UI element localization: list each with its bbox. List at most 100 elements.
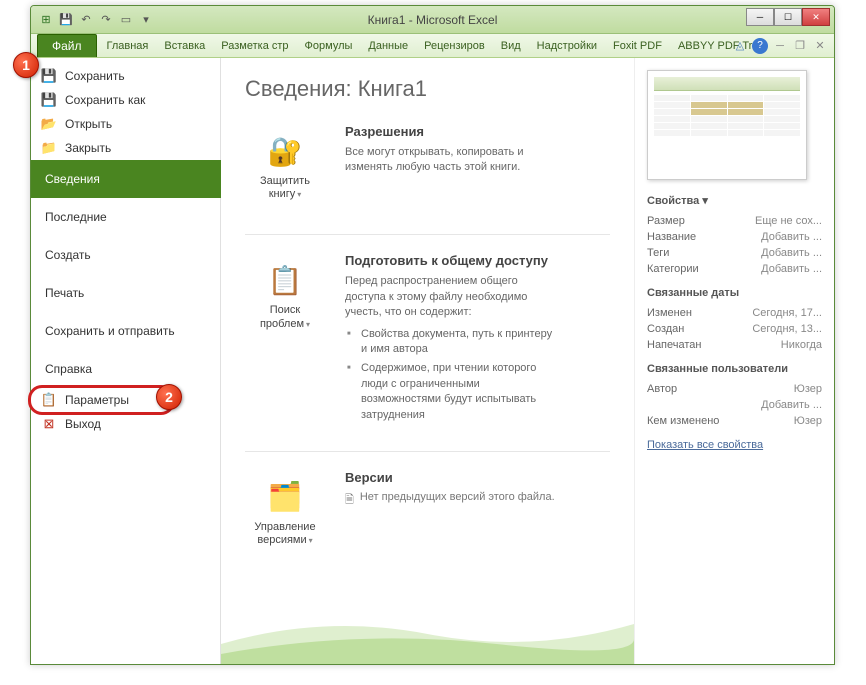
tab-file[interactable]: Файл — [37, 34, 97, 58]
nav-recent-label: Последние — [45, 210, 107, 224]
ribbon-tabs: Файл Главная Вставка Разметка стр Формул… — [31, 34, 834, 58]
qat-open-icon[interactable]: ▾ — [137, 11, 155, 29]
lock-icon: 🔐 — [261, 131, 309, 171]
titlebar: ⊞ 💾 ↶ ↷ ▭ ▾ Книга1 - Microsoft Excel ─ ☐… — [31, 6, 834, 34]
prop-printed-value: Никогда — [781, 339, 822, 351]
prop-add-author[interactable]: Добавить ... — [761, 399, 822, 411]
version-file-icon: 🗎 — [345, 491, 354, 510]
prepare-text: Перед распространением общего доступа к … — [345, 274, 555, 320]
backstage-content: Сведения: Книга1 🔐 Защитить книгу▾ Разре… — [221, 58, 634, 664]
open-icon: 📂 — [41, 116, 57, 132]
maximize-button[interactable]: ☐ — [774, 8, 802, 26]
document-preview — [647, 70, 807, 180]
prop-size-value: Еще не сох... — [755, 215, 822, 227]
nav-save[interactable]: 💾 Сохранить — [31, 64, 220, 88]
check-btn-label: Поиск проблем — [260, 304, 304, 329]
qat-new-icon[interactable]: ▭ — [117, 11, 135, 29]
tab-insert[interactable]: Вставка — [156, 36, 213, 56]
qat-undo-icon[interactable]: ↶ — [77, 11, 95, 29]
nav-new-label: Создать — [45, 248, 91, 262]
nav-info[interactable]: Сведения — [31, 160, 221, 198]
tab-home[interactable]: Главная — [99, 36, 157, 56]
prop-tags-label: Теги — [647, 247, 669, 259]
tab-addins[interactable]: Надстройки — [529, 36, 605, 56]
versions-section: 🗂️ Управление версиями▾ Версии 🗎 Нет пре… — [245, 470, 610, 554]
save-icon: 💾 — [41, 68, 57, 84]
tab-formulas[interactable]: Формулы — [297, 36, 361, 56]
annotation-badge-1: 1 — [13, 52, 39, 78]
nav-recent[interactable]: Последние — [31, 198, 220, 236]
window-controls: ─ ☐ ✕ — [746, 8, 830, 26]
nav-close[interactable]: 📁 Закрыть — [31, 136, 220, 160]
prepare-heading: Подготовить к общему доступу — [345, 253, 555, 268]
prepare-item-1: Свойства документа, путь к принтеру и им… — [345, 325, 555, 360]
nav-options[interactable]: 📋 Параметры 2 — [31, 388, 220, 412]
checklist-icon: 📋 — [261, 260, 309, 300]
prop-created-label: Создан — [647, 323, 684, 335]
prop-changedby-value: Юзер — [794, 415, 822, 427]
properties-heading[interactable]: Свойства ▾ — [647, 194, 822, 207]
versions-icon: 🗂️ — [261, 477, 309, 517]
prop-categories-label: Категории — [647, 263, 699, 275]
properties-panel: Свойства ▾ РазмерЕще не сох... НазваниеД… — [634, 58, 834, 664]
mdi-minimize-icon[interactable]: ─ — [772, 38, 788, 54]
nav-save-send-label: Сохранить и отправить — [45, 324, 175, 338]
nav-print-label: Печать — [45, 286, 84, 300]
options-icon: 📋 — [41, 392, 57, 408]
qat-save-icon[interactable]: 💾 — [57, 11, 75, 29]
nav-options-label: Параметры — [65, 393, 129, 407]
protect-workbook-button[interactable]: 🔐 Защитить книгу▾ — [245, 124, 325, 208]
nav-open[interactable]: 📂 Открыть — [31, 112, 220, 136]
nav-help[interactable]: Справка — [31, 350, 220, 388]
mdi-restore-icon[interactable]: ❐ — [792, 38, 808, 54]
content-title: Сведения: Книга1 — [245, 76, 610, 102]
annotation-badge-2: 2 — [156, 384, 182, 410]
prop-size-label: Размер — [647, 215, 685, 227]
prop-changedby-label: Кем изменено — [647, 415, 719, 427]
permissions-section: 🔐 Защитить книгу▾ Разрешения Все могут о… — [245, 124, 610, 208]
tab-review[interactable]: Рецензиров — [416, 36, 493, 56]
prepare-item-2: Содержимое, при чтении которого люди с о… — [345, 359, 555, 425]
save-as-icon: 💾 — [41, 92, 57, 108]
nav-save-as-label: Сохранить как — [65, 93, 145, 107]
manage-versions-button[interactable]: 🗂️ Управление версиями▾ — [245, 470, 325, 554]
nav-exit-label: Выход — [65, 417, 101, 431]
prop-name-value[interactable]: Добавить ... — [761, 231, 822, 243]
prop-modified-value: Сегодня, 17... — [752, 307, 822, 319]
prepare-section: 📋 Поиск проблем▾ Подготовить к общему до… — [245, 253, 610, 425]
prop-printed-label: Напечатан — [647, 339, 701, 351]
versions-btn-label: Управление версиями — [254, 521, 315, 546]
mdi-close-icon[interactable]: ✕ — [812, 38, 828, 54]
nav-help-label: Справка — [45, 362, 92, 376]
qat-redo-icon[interactable]: ↷ — [97, 11, 115, 29]
permissions-text: Все могут открывать, копировать и изменя… — [345, 145, 555, 176]
backstage-view: 💾 Сохранить 💾 Сохранить как 📂 Открыть 📁 … — [31, 58, 834, 664]
nav-print[interactable]: Печать — [31, 274, 220, 312]
nav-new[interactable]: Создать — [31, 236, 220, 274]
help-icon[interactable]: ? — [752, 38, 768, 54]
close-folder-icon: 📁 — [41, 140, 57, 156]
tab-data[interactable]: Данные — [360, 36, 416, 56]
tab-page-layout[interactable]: Разметка стр — [213, 36, 296, 56]
nav-info-label: Сведения — [45, 172, 100, 186]
prop-created-value: Сегодня, 13... — [752, 323, 822, 335]
protect-btn-label: Защитить книгу — [260, 175, 310, 200]
minimize-button[interactable]: ─ — [746, 8, 774, 26]
prop-categories-value[interactable]: Добавить ... — [761, 263, 822, 275]
tab-view[interactable]: Вид — [493, 36, 529, 56]
close-button[interactable]: ✕ — [802, 8, 830, 26]
versions-heading: Версии — [345, 470, 555, 485]
prop-modified-label: Изменен — [647, 307, 692, 319]
app-window: ⊞ 💾 ↶ ↷ ▭ ▾ Книга1 - Microsoft Excel ─ ☐… — [30, 5, 835, 665]
show-all-properties-link[interactable]: Показать все свойства — [647, 439, 763, 451]
prop-tags-value[interactable]: Добавить ... — [761, 247, 822, 259]
check-issues-button[interactable]: 📋 Поиск проблем▾ — [245, 253, 325, 337]
quick-access-toolbar: ⊞ 💾 ↶ ↷ ▭ ▾ — [31, 11, 155, 29]
users-heading: Связанные пользователи — [647, 363, 822, 375]
nav-save-as[interactable]: 💾 Сохранить как — [31, 88, 220, 112]
prop-author-label: Автор — [647, 383, 677, 395]
nav-save-send[interactable]: Сохранить и отправить — [31, 312, 220, 350]
tab-foxit[interactable]: Foxit PDF — [605, 36, 670, 56]
ribbon-minimize-icon[interactable]: ◬ — [732, 38, 748, 54]
nav-exit[interactable]: ⊠ Выход — [31, 412, 220, 436]
